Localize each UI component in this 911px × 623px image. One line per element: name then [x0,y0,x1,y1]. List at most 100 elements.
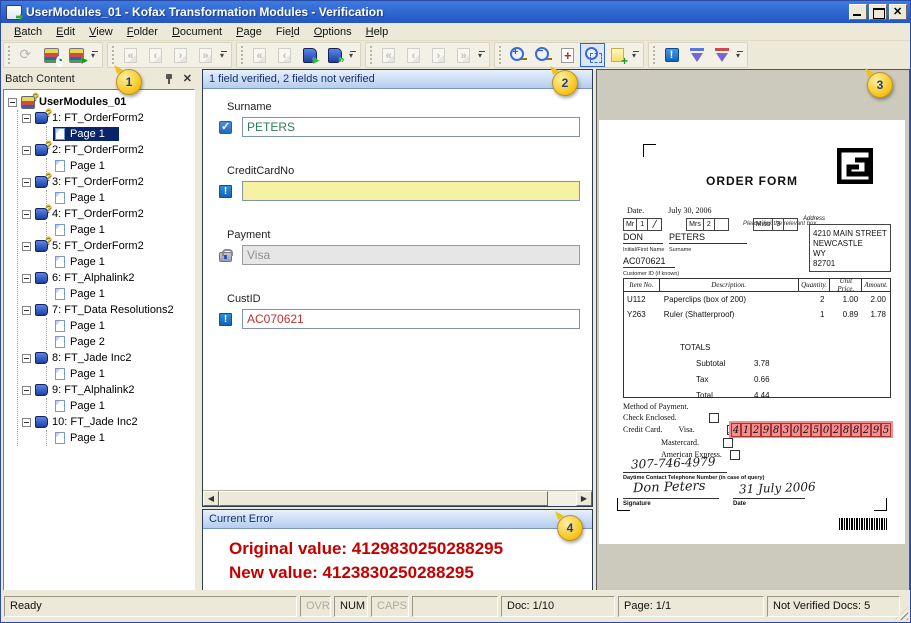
collapse-icon[interactable] [22,242,31,251]
address-label: Address [803,216,825,222]
field-creditcardno: CreditCardNo [219,165,592,201]
next-document-button[interactable] [297,43,322,67]
menu-help[interactable]: Help [359,24,396,40]
table-row: Y263Ruler (Shatterproof)10.891.78 [624,307,890,322]
last-document-button[interactable] [322,43,347,67]
table-cell: 2.00 [862,295,890,304]
collapse-icon[interactable] [22,210,31,219]
tree-document-7[interactable]: 7: FT_Data Resolutions2 [22,302,194,318]
tree-document-6[interactable]: 6: FT_Alphalink2 [22,270,194,286]
previous-folder-button [143,43,168,67]
tree-document-8[interactable]: 8: FT_Jade Inc2 [22,350,194,366]
scrollbar-thumb[interactable] [219,491,548,506]
tree-document-4[interactable]: ?4: FT_OrderForm2 [22,206,194,222]
close-button[interactable] [889,4,907,20]
panel-close-icon[interactable]: ✕ [181,73,194,85]
menu-field[interactable]: Field [269,24,307,40]
next-invalid-field-button[interactable] [709,43,734,67]
tree-document-10[interactable]: 10: FT_Jade Inc2 [22,414,194,430]
first-document-icon [253,48,266,63]
scroll-left-button[interactable]: ◀ [203,491,219,506]
tree-page[interactable]: Page 1 [53,158,194,174]
collapse-icon[interactable] [22,386,31,395]
tree-document-9[interactable]: 9: FT_Alphalink2 [22,382,194,398]
minimize-button[interactable] [849,4,867,20]
tree-page[interactable]: Page 2 [53,334,194,350]
card-digit-box: 4 [731,423,741,437]
field-input-surname[interactable] [242,117,580,137]
document-icon [35,384,48,396]
tree-page[interactable]: Page 1 [53,126,194,142]
tree-page[interactable]: Page 1 [53,366,194,382]
collapse-icon[interactable] [8,98,17,107]
tree-documents: ?1: FT_OrderForm2Page 1?2: FT_OrderForm2… [17,110,194,446]
toolbar-overflow-chevron[interactable] [348,45,359,65]
document-icon: ? [35,112,48,124]
tree-root[interactable]: ?UserModules_01 [8,94,194,110]
scroll-right-button[interactable]: ▶ [576,491,592,506]
page-label: Page 1 [70,432,105,444]
card-digit-box: 0 [791,423,801,437]
toolbar-overflow-chevron[interactable] [219,45,230,65]
customer-id-value: AC070621 [623,256,675,268]
card-digit-box: 5 [811,423,821,437]
menu-batch[interactable]: Batch [7,24,49,40]
first-name-value: DON [623,232,663,244]
first-document-button [247,43,272,67]
tree-page[interactable]: Page 1 [53,430,194,446]
previous-page-icon [407,48,420,63]
collapse-icon[interactable] [22,146,31,155]
close-batch-button[interactable] [64,43,89,67]
checkbox-checked-icon [219,121,232,134]
toolbar-overflow-chevron[interactable] [631,45,642,65]
fit-page-button[interactable] [555,43,580,67]
menu-view[interactable]: View [82,24,120,40]
tree-document-1[interactable]: ?1: FT_OrderForm2 [22,110,194,126]
menu-page[interactable]: Page [229,24,269,40]
tree-page[interactable]: Page 1 [53,286,194,302]
tree-document-3[interactable]: ?3: FT_OrderForm2 [22,174,194,190]
menu-document[interactable]: Document [165,24,229,40]
field-input-custid[interactable] [242,309,580,329]
collapse-icon[interactable] [22,274,31,283]
callout-2: 2 [552,70,578,96]
collapse-icon[interactable] [22,306,31,315]
status-not-verified-docs: Not Verified Docs: 5 [767,596,900,617]
tree-page[interactable]: Page 1 [53,190,194,206]
zoom-in-button[interactable] [505,43,530,67]
zoom-out-button[interactable] [530,43,555,67]
tree-page[interactable]: Page 1 [53,318,194,334]
maximize-button[interactable] [869,4,887,20]
menu-folder[interactable]: Folder [120,24,165,40]
document-viewer[interactable]: ORDER FORM Date. July 30, 2006 Mr1∕Mrs2M… [596,69,910,592]
menu-options[interactable]: Options [307,24,359,40]
tree-page[interactable]: Page 1 [53,254,194,270]
collapse-icon[interactable] [22,418,31,427]
collapse-icon[interactable] [22,114,31,123]
collapse-icon[interactable] [22,354,31,363]
toolbar-overflow-chevron[interactable] [90,45,101,65]
page-label: Page 1 [70,192,105,204]
field-input-creditcardno[interactable] [242,181,580,201]
document-label: 7: FT_Data Resolutions2 [52,304,174,316]
tree-page[interactable]: Page 1 [53,222,194,238]
card-digit-box: 8 [841,423,851,437]
tree-page[interactable]: Page 1 [53,398,194,414]
toolbar-grip [111,46,116,64]
tree-document-2[interactable]: ?2: FT_OrderForm2 [22,142,194,158]
toolbar-overflow-chevron[interactable] [735,45,746,65]
zoom-selection-button[interactable] [580,43,605,67]
add-note-button[interactable] [605,43,630,67]
toolbar-overflow-chevron[interactable] [477,45,488,65]
collapse-icon[interactable] [22,178,31,187]
menu-edit[interactable]: Edit [49,24,82,40]
previous-invalid-field-button[interactable] [684,43,709,67]
tree-document-5-pages: Page 1 [46,254,194,270]
suspend-batch-button[interactable] [39,43,64,67]
exclamation-icon [219,313,232,326]
show-current-error-button[interactable] [659,43,684,67]
card-digit-box: 8 [851,423,861,437]
horizontal-scrollbar[interactable]: ◀ ▶ [203,490,592,506]
tree-document-5[interactable]: ?5: FT_OrderForm2 [22,238,194,254]
pin-icon[interactable] [163,73,175,85]
